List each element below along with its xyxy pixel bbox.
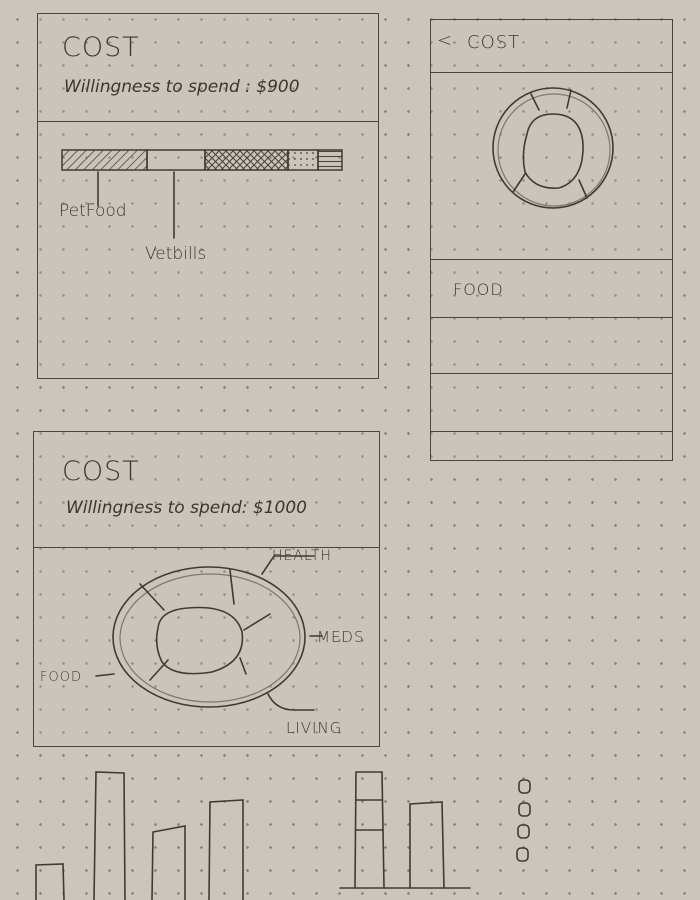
frame2-section-divider [431,259,672,260]
cost-donut-chart[interactable] [94,554,394,744]
bar-outline-3 [151,825,186,900]
bar-segment-dots [287,149,319,171]
frame1-subtitle: Willingness to spend : $900 [64,77,300,97]
frame2-title: COST [467,32,521,53]
bar-segment-lines [317,149,343,171]
pet-food-label: PetFood [59,201,127,221]
stack-shape-2 [518,802,531,817]
bar-outline-6 [409,801,445,889]
bar-outline-4 [208,799,244,900]
food-label: FOOD [40,670,82,685]
back-button[interactable]: < [437,30,452,51]
frame3-subtitle: Willingness to spend: $1000 [66,498,307,518]
list-divider-1 [431,317,672,318]
meds-label: MEDS [317,628,365,646]
frame1-title: COST [62,32,140,63]
cost-bar-frame: COST Willingness to spend : $900 PetFood [37,13,379,379]
detail-donut-chart[interactable] [487,84,627,224]
health-label: HEALTH [272,548,332,564]
bar-outline-2 [93,771,126,900]
frame1-header-divider [38,121,378,122]
list-divider-3 [431,431,672,432]
living-label: LIVING [286,719,343,737]
cost-donut-frame: COST Willingness to spend: $1000 HEALTH … [33,431,380,747]
list-divider-2 [431,373,672,374]
bar-outline-1 [35,863,65,900]
frame3-title: COST [62,456,140,487]
cost-detail-frame: < COST FOOD [430,19,673,461]
food-section-label: FOOD [453,280,504,299]
frame2-header-divider [431,72,672,73]
stack-shape-1 [518,779,531,794]
bottom-bar-sketch [35,771,531,900]
stack-shape-3 [517,824,530,839]
stack-shape-4 [516,847,529,862]
vet-bills-label: Vetbills [145,244,207,264]
